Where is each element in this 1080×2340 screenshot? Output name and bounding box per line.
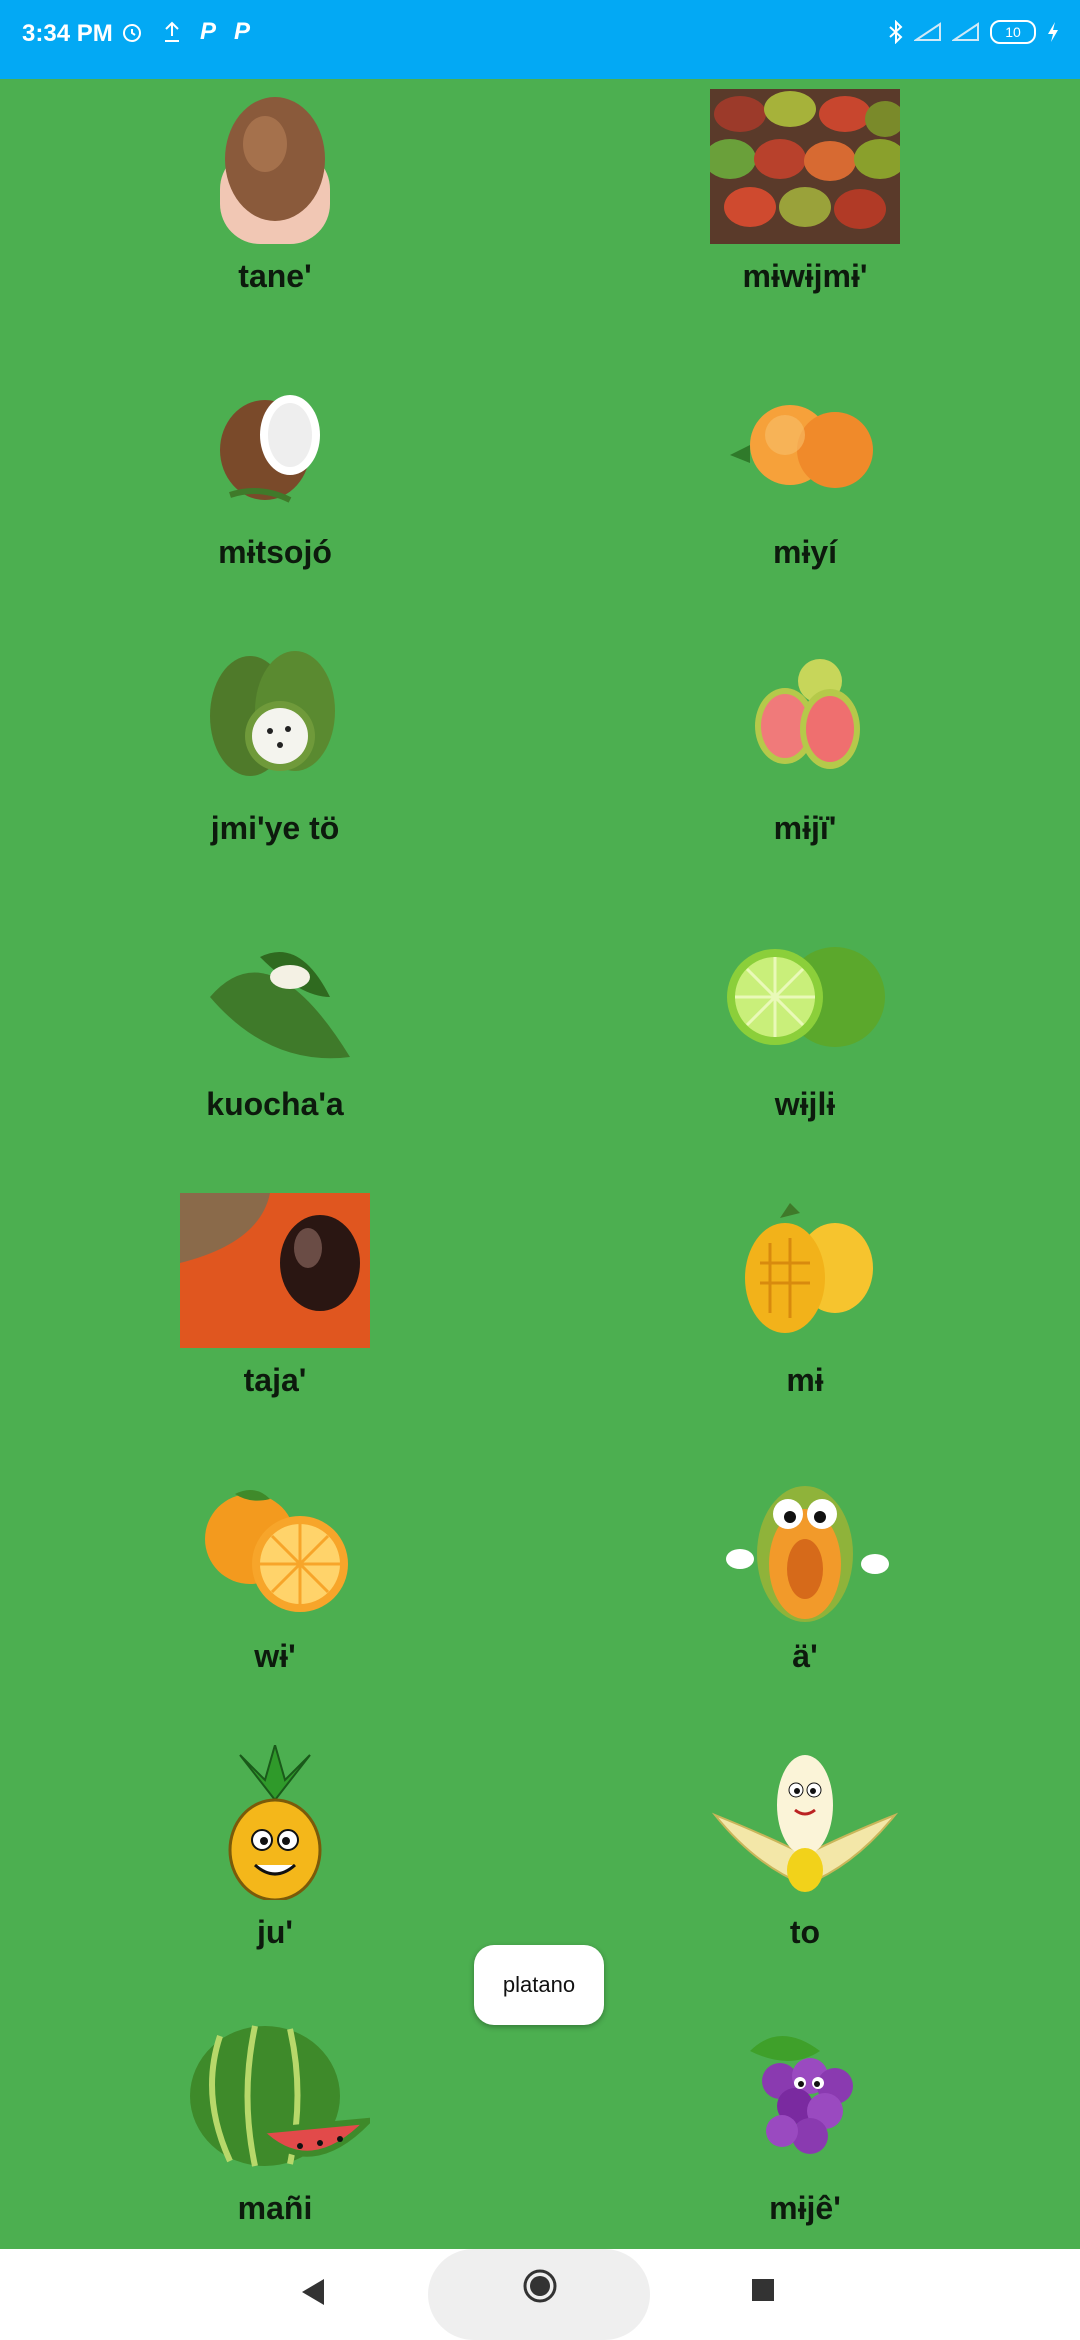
back-icon[interactable] <box>300 2277 326 2307</box>
status-time: 3:34 PM <box>22 20 113 47</box>
banana-cartoon-icon <box>710 1745 900 1900</box>
bluetooth-icon <box>889 20 903 44</box>
fruit-label: wɨjlɨ <box>774 1086 836 1122</box>
fruit-label: mɨjï' <box>773 810 837 846</box>
grapes-cartoon-icon <box>710 2021 900 2176</box>
fruit-label: jmi'ye tö <box>210 810 340 846</box>
orange-icon <box>180 1469 370 1624</box>
pineapple-cartoon-icon <box>180 1745 370 1900</box>
fruit-label: mɨyí <box>772 534 838 570</box>
home-icon[interactable] <box>523 2269 557 2303</box>
status-left-icons: P P <box>120 18 250 46</box>
fruit-label: mɨ <box>786 1362 824 1398</box>
fruit-label: mɨjê' <box>769 2190 841 2226</box>
toast-message: platano <box>474 1945 604 2025</box>
fruit-card-wijli[interactable]: wɨjlɨ <box>535 907 1075 1183</box>
fruit-card-a[interactable]: ä' <box>535 1459 1075 1735</box>
battery-indicator: 10 <box>990 20 1036 44</box>
fruit-label: tane' <box>238 258 312 294</box>
fruit-card-to[interactable]: to <box>535 1735 1075 2011</box>
fruit-grid: tane' mɨwɨjmɨ' mɨtsojó mɨyí jmi'ye tö mɨ… <box>0 79 1080 2249</box>
alarm-icon <box>123 24 141 42</box>
app-p-icon-2: P <box>234 18 251 45</box>
upload-icon <box>165 21 179 42</box>
mango-icon <box>710 1193 900 1348</box>
fruit-label: taja' <box>243 1362 307 1398</box>
mamey-sapote-icon <box>180 1193 370 1348</box>
soursop-icon <box>180 641 370 796</box>
fruit-card-miji[interactable]: mɨjï' <box>535 631 1075 907</box>
fruit-card-kuochaa[interactable]: kuocha'a <box>5 907 545 1183</box>
fruit-label: wɨ' <box>254 1638 296 1674</box>
pod-fruit-icon <box>180 917 370 1072</box>
fruit-label: to <box>789 1914 821 1950</box>
recent-apps-icon[interactable] <box>752 2279 774 2301</box>
signal-icon <box>914 22 941 41</box>
fruit-label: kuocha'a <box>206 1086 344 1122</box>
watermelon-icon <box>180 2021 370 2176</box>
fruit-card-mitsojo[interactable]: mɨtsojó <box>5 355 545 631</box>
status-bar: 3:34 PM P P 10 <box>0 0 1080 79</box>
fruit-label: mɨwɨjmɨ' <box>742 258 868 294</box>
mango-pile-icon <box>710 89 900 244</box>
fruit-label: ju' <box>256 1914 294 1950</box>
signal-icon-2 <box>952 22 979 41</box>
fruit-card-mi[interactable]: mɨ <box>535 1183 1075 1459</box>
fruit-card-jmiye-to[interactable]: jmi'ye tö <box>5 631 545 907</box>
fruit-label: mañi <box>237 2190 313 2226</box>
fruit-card-ju[interactable]: ju' <box>5 1735 545 2011</box>
fruit-card-mani[interactable]: mañi <box>5 2011 545 2287</box>
fruit-card-mije[interactable]: mɨjê' <box>535 2011 1075 2287</box>
navigation-bar <box>0 2249 1080 2340</box>
fruit-label: mɨtsojó <box>218 534 332 570</box>
fruit-card-tane[interactable]: tane' <box>5 79 545 355</box>
papaya-cartoon-icon <box>710 1469 900 1624</box>
fruit-label: ä' <box>792 1638 818 1674</box>
fruit-card-wi[interactable]: wɨ' <box>5 1459 545 1735</box>
fruit-card-miyi[interactable]: mɨyí <box>535 355 1075 631</box>
coconut-icon <box>180 365 370 520</box>
fruit-card-taja[interactable]: taja' <box>5 1183 545 1459</box>
sapote-fruit-icon <box>180 89 370 244</box>
charging-icon <box>1048 22 1058 42</box>
app-p-icon: P <box>200 18 217 45</box>
status-right-icons: 10 <box>888 20 1060 44</box>
guava-icon <box>710 641 900 796</box>
lime-icon <box>710 917 900 1072</box>
fruit-card-miwijmi[interactable]: mɨwɨjmɨ' <box>535 79 1075 355</box>
peach-icon <box>710 365 900 520</box>
